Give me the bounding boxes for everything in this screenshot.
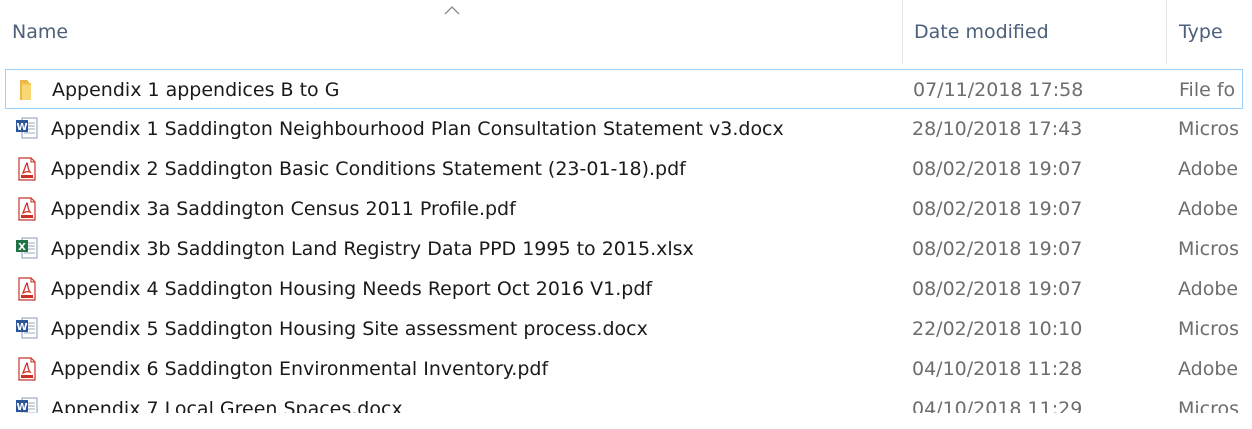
column-header-type-label: Type bbox=[1179, 21, 1223, 43]
pdf-icon bbox=[18, 197, 36, 221]
file-name: Appendix 1 appendices B to G bbox=[52, 79, 340, 101]
svg-text:W: W bbox=[16, 402, 27, 413]
svg-text:W: W bbox=[16, 122, 27, 133]
file-date-modified: 04/10/2018 11:29 bbox=[912, 398, 1083, 420]
file-date-modified: 08/02/2018 19:07 bbox=[912, 198, 1083, 220]
chevron-up-icon[interactable] bbox=[444, 5, 460, 15]
file-date-modified: 28/10/2018 17:43 bbox=[912, 118, 1083, 140]
file-type: Micros bbox=[1178, 118, 1240, 140]
pdf-icon bbox=[18, 157, 36, 181]
column-header-date-modified[interactable]: Date modified bbox=[902, 0, 1166, 64]
file-name: Appendix 5 Saddington Housing Site asses… bbox=[51, 318, 648, 340]
file-date-modified: 07/11/2018 17:58 bbox=[913, 79, 1084, 101]
file-row[interactable]: W Appendix 7 Local Green Spaces.docx 04/… bbox=[0, 389, 1252, 429]
column-header-type[interactable]: Type bbox=[1166, 0, 1252, 64]
file-type: Adobe bbox=[1178, 198, 1239, 220]
file-date-modified: 08/02/2018 19:07 bbox=[912, 158, 1083, 180]
file-name: Appendix 4 Saddington Housing Needs Repo… bbox=[51, 278, 653, 300]
column-header-bar: Name Date modified Type bbox=[0, 0, 1252, 64]
file-row[interactable]: X Appendix 3b Saddington Land Registry D… bbox=[0, 229, 1252, 269]
excel-icon: X bbox=[16, 237, 38, 259]
file-row[interactable]: Appendix 1 appendices B to G 07/11/2018 … bbox=[5, 69, 1243, 109]
file-date-modified: 04/10/2018 11:28 bbox=[912, 358, 1083, 380]
file-row[interactable]: W Appendix 1 Saddington Neighbourhood Pl… bbox=[0, 109, 1252, 149]
column-header-date-label: Date modified bbox=[914, 21, 1049, 43]
file-type: Micros bbox=[1178, 318, 1240, 340]
file-date-modified: 08/02/2018 19:07 bbox=[912, 278, 1083, 300]
file-type: File fo bbox=[1179, 79, 1236, 101]
file-type: Adobe bbox=[1178, 358, 1239, 380]
word-icon: W bbox=[16, 317, 38, 339]
file-list: Appendix 1 appendices B to G 07/11/2018 … bbox=[0, 69, 1252, 429]
viewport-bottom-edge bbox=[0, 413, 1252, 421]
pdf-icon bbox=[18, 357, 36, 381]
file-type: Adobe bbox=[1178, 158, 1239, 180]
file-row[interactable]: Appendix 6 Saddington Environmental Inve… bbox=[0, 349, 1252, 389]
file-type: Adobe bbox=[1178, 278, 1239, 300]
file-row[interactable]: Appendix 3a Saddington Census 2011 Profi… bbox=[0, 189, 1252, 229]
word-icon: W bbox=[16, 117, 38, 139]
folder-icon bbox=[20, 80, 31, 100]
file-type: Micros bbox=[1178, 238, 1240, 260]
column-header-name-label: Name bbox=[12, 21, 69, 43]
svg-text:X: X bbox=[18, 242, 26, 253]
svg-text:W: W bbox=[16, 322, 27, 333]
pdf-icon bbox=[18, 277, 36, 301]
file-name: Appendix 7 Local Green Spaces.docx bbox=[51, 398, 403, 420]
file-name: Appendix 2 Saddington Basic Conditions S… bbox=[51, 158, 686, 180]
file-row[interactable]: Appendix 2 Saddington Basic Conditions S… bbox=[0, 149, 1252, 189]
file-name: Appendix 3a Saddington Census 2011 Profi… bbox=[51, 198, 516, 220]
file-name: Appendix 6 Saddington Environmental Inve… bbox=[51, 358, 549, 380]
file-row[interactable]: Appendix 4 Saddington Housing Needs Repo… bbox=[0, 269, 1252, 309]
file-row[interactable]: W Appendix 5 Saddington Housing Site ass… bbox=[0, 309, 1252, 349]
file-name: Appendix 1 Saddington Neighbourhood Plan… bbox=[51, 118, 784, 140]
file-name: Appendix 3b Saddington Land Registry Dat… bbox=[51, 238, 694, 260]
file-date-modified: 22/02/2018 10:10 bbox=[912, 318, 1083, 340]
file-type: Micros bbox=[1178, 398, 1240, 420]
file-date-modified: 08/02/2018 19:07 bbox=[912, 238, 1083, 260]
